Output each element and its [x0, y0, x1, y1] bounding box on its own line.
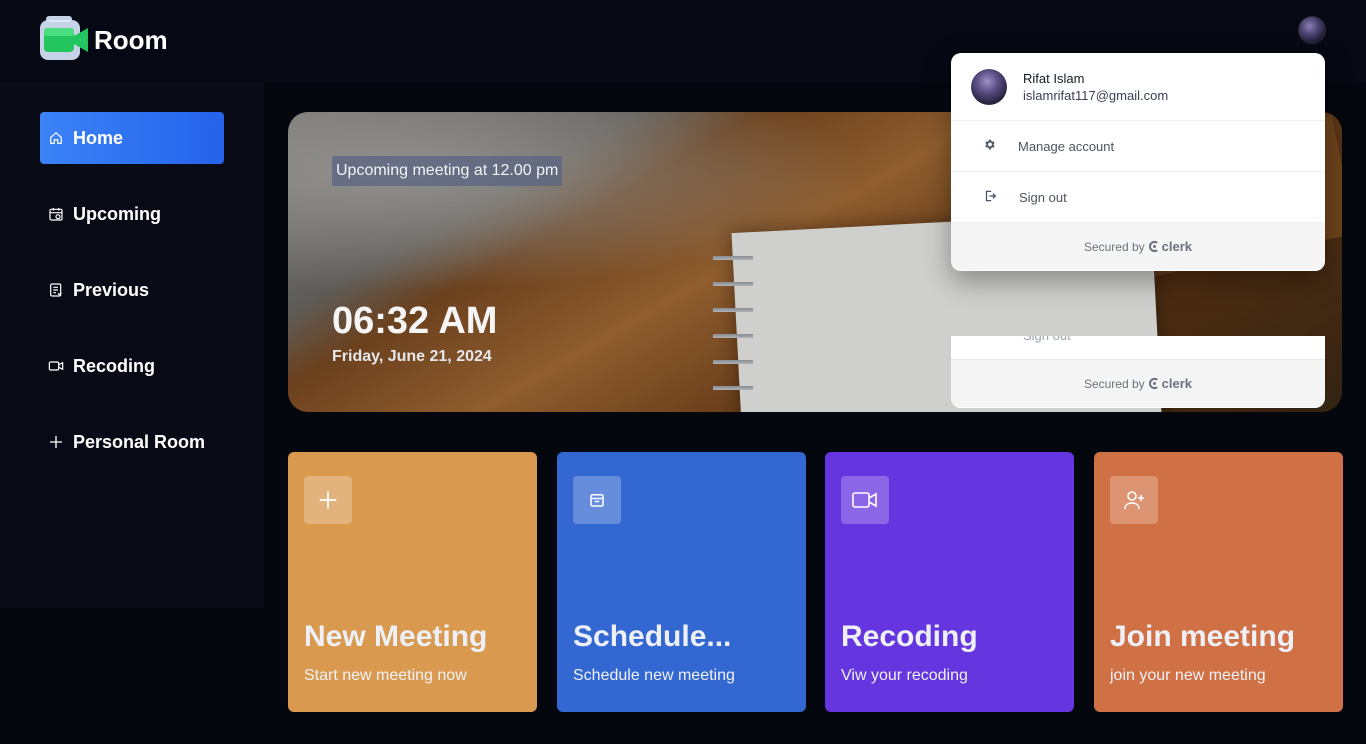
manage-account-button[interactable]: Manage account — [951, 121, 1325, 172]
join-meeting-card[interactable]: Join meeting join your new meeting — [1094, 452, 1343, 712]
current-date: Friday, June 21, 2024 — [332, 348, 492, 365]
recoding-card[interactable]: Recoding Viw your recoding — [825, 452, 1074, 712]
sidebar-item-label: Personal Room — [73, 431, 206, 452]
card-subtitle: Start new meeting now — [304, 667, 467, 684]
secured-by-footer: Secured by clerk — [951, 223, 1325, 270]
sidebar-item-personal-room[interactable]: Personal Room — [40, 416, 224, 468]
new-meeting-card[interactable]: New Meeting Start new meeting now — [288, 452, 537, 712]
plus-icon — [304, 476, 352, 524]
clerk-logo[interactable]: clerk — [1148, 239, 1192, 254]
avatar — [971, 68, 1007, 105]
plus-icon — [48, 434, 64, 450]
video-camera-icon — [48, 358, 64, 374]
home-icon — [48, 130, 64, 146]
card-title: Recoding — [841, 620, 978, 653]
calendar-clock-icon — [48, 206, 64, 222]
user-info: Rifat Islam islamrifat117@gmail.com — [951, 53, 1325, 121]
sign-out-icon — [983, 189, 997, 206]
card-title: Schedule... — [573, 620, 732, 653]
card-subtitle: Schedule new meeting — [573, 667, 735, 684]
sidebar-item-previous[interactable]: Previous — [40, 264, 224, 316]
card-title: New Meeting — [304, 620, 488, 653]
current-time: 06:32 AM — [332, 300, 498, 342]
clerk-icon — [1148, 240, 1158, 253]
calendar-icon — [573, 476, 621, 524]
user-name: Rifat Islam — [1023, 70, 1085, 86]
user-plus-icon — [1110, 476, 1158, 524]
video-camera-icon — [841, 476, 889, 524]
sidebar: Home Upcoming Previous Recoding Personal… — [0, 82, 264, 608]
dropdown-shadow-duplicate: Sign out Secured by clerk — [951, 336, 1325, 408]
list-document-icon — [48, 282, 64, 298]
ghost-secured-footer: Secured by clerk — [951, 360, 1325, 407]
card-title: Join meeting — [1110, 620, 1296, 653]
card-subtitle: Viw your recoding — [841, 667, 968, 684]
sidebar-item-label: Recoding — [73, 355, 156, 376]
upcoming-meeting-badge: Upcoming meeting at 12.00 pm — [332, 156, 563, 186]
sidebar-item-recoding[interactable]: Recoding — [40, 340, 224, 392]
video-camera-logo-icon — [40, 16, 90, 64]
sidebar-item-home[interactable]: Home — [40, 112, 224, 164]
sign-out-button[interactable]: Sign out — [951, 172, 1325, 223]
gear-icon — [983, 138, 996, 154]
sidebar-item-upcoming[interactable]: Upcoming — [40, 188, 224, 240]
sidebar-item-label: Home — [73, 127, 124, 148]
user-email: islamrifat117@gmail.com — [1023, 87, 1169, 103]
schedule-meeting-card[interactable]: Schedule... Schedule new meeting — [557, 452, 806, 712]
ghost-signout-text: Sign out — [1023, 336, 1071, 343]
app-logo[interactable]: Room — [40, 16, 168, 64]
user-menu-dropdown: Rifat Islam islamrifat117@gmail.com Mana… — [951, 53, 1325, 271]
sidebar-item-label: Previous — [73, 279, 150, 300]
user-avatar-button[interactable] — [1298, 16, 1326, 44]
sidebar-item-label: Upcoming — [73, 203, 161, 224]
sign-out-label: Sign out — [1019, 189, 1067, 205]
app-name: Room — [94, 24, 168, 55]
manage-account-label: Manage account — [1018, 138, 1115, 154]
card-subtitle: join your new meeting — [1110, 667, 1266, 684]
